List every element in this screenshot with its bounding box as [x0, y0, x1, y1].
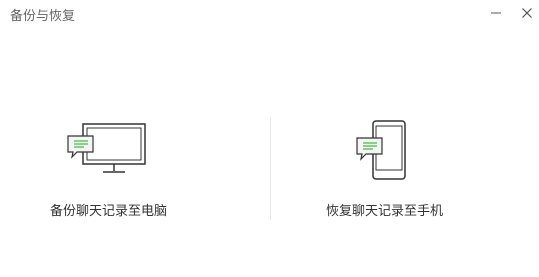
monitor-chat-icon	[67, 123, 146, 173]
minimize-button[interactable]	[481, 0, 511, 26]
backup-to-pc-option[interactable]: 备份聊天记录至电脑	[0, 100, 230, 240]
close-icon	[522, 8, 532, 18]
divider	[270, 118, 271, 220]
backup-restore-window: 备份与恢复 备份聊天记录至电脑 恢复聊天记录至手机	[0, 0, 539, 277]
backup-to-pc-label: 备份聊天记录至电脑	[50, 204, 168, 219]
minimize-icon	[491, 12, 501, 14]
restore-to-phone-option[interactable]: 恢复聊天记录至手机	[280, 100, 510, 240]
window-title: 备份与恢复	[10, 9, 76, 24]
phone-chat-icon	[356, 120, 406, 180]
restore-to-phone-label: 恢复聊天记录至手机	[326, 204, 444, 219]
close-button[interactable]	[512, 0, 539, 26]
